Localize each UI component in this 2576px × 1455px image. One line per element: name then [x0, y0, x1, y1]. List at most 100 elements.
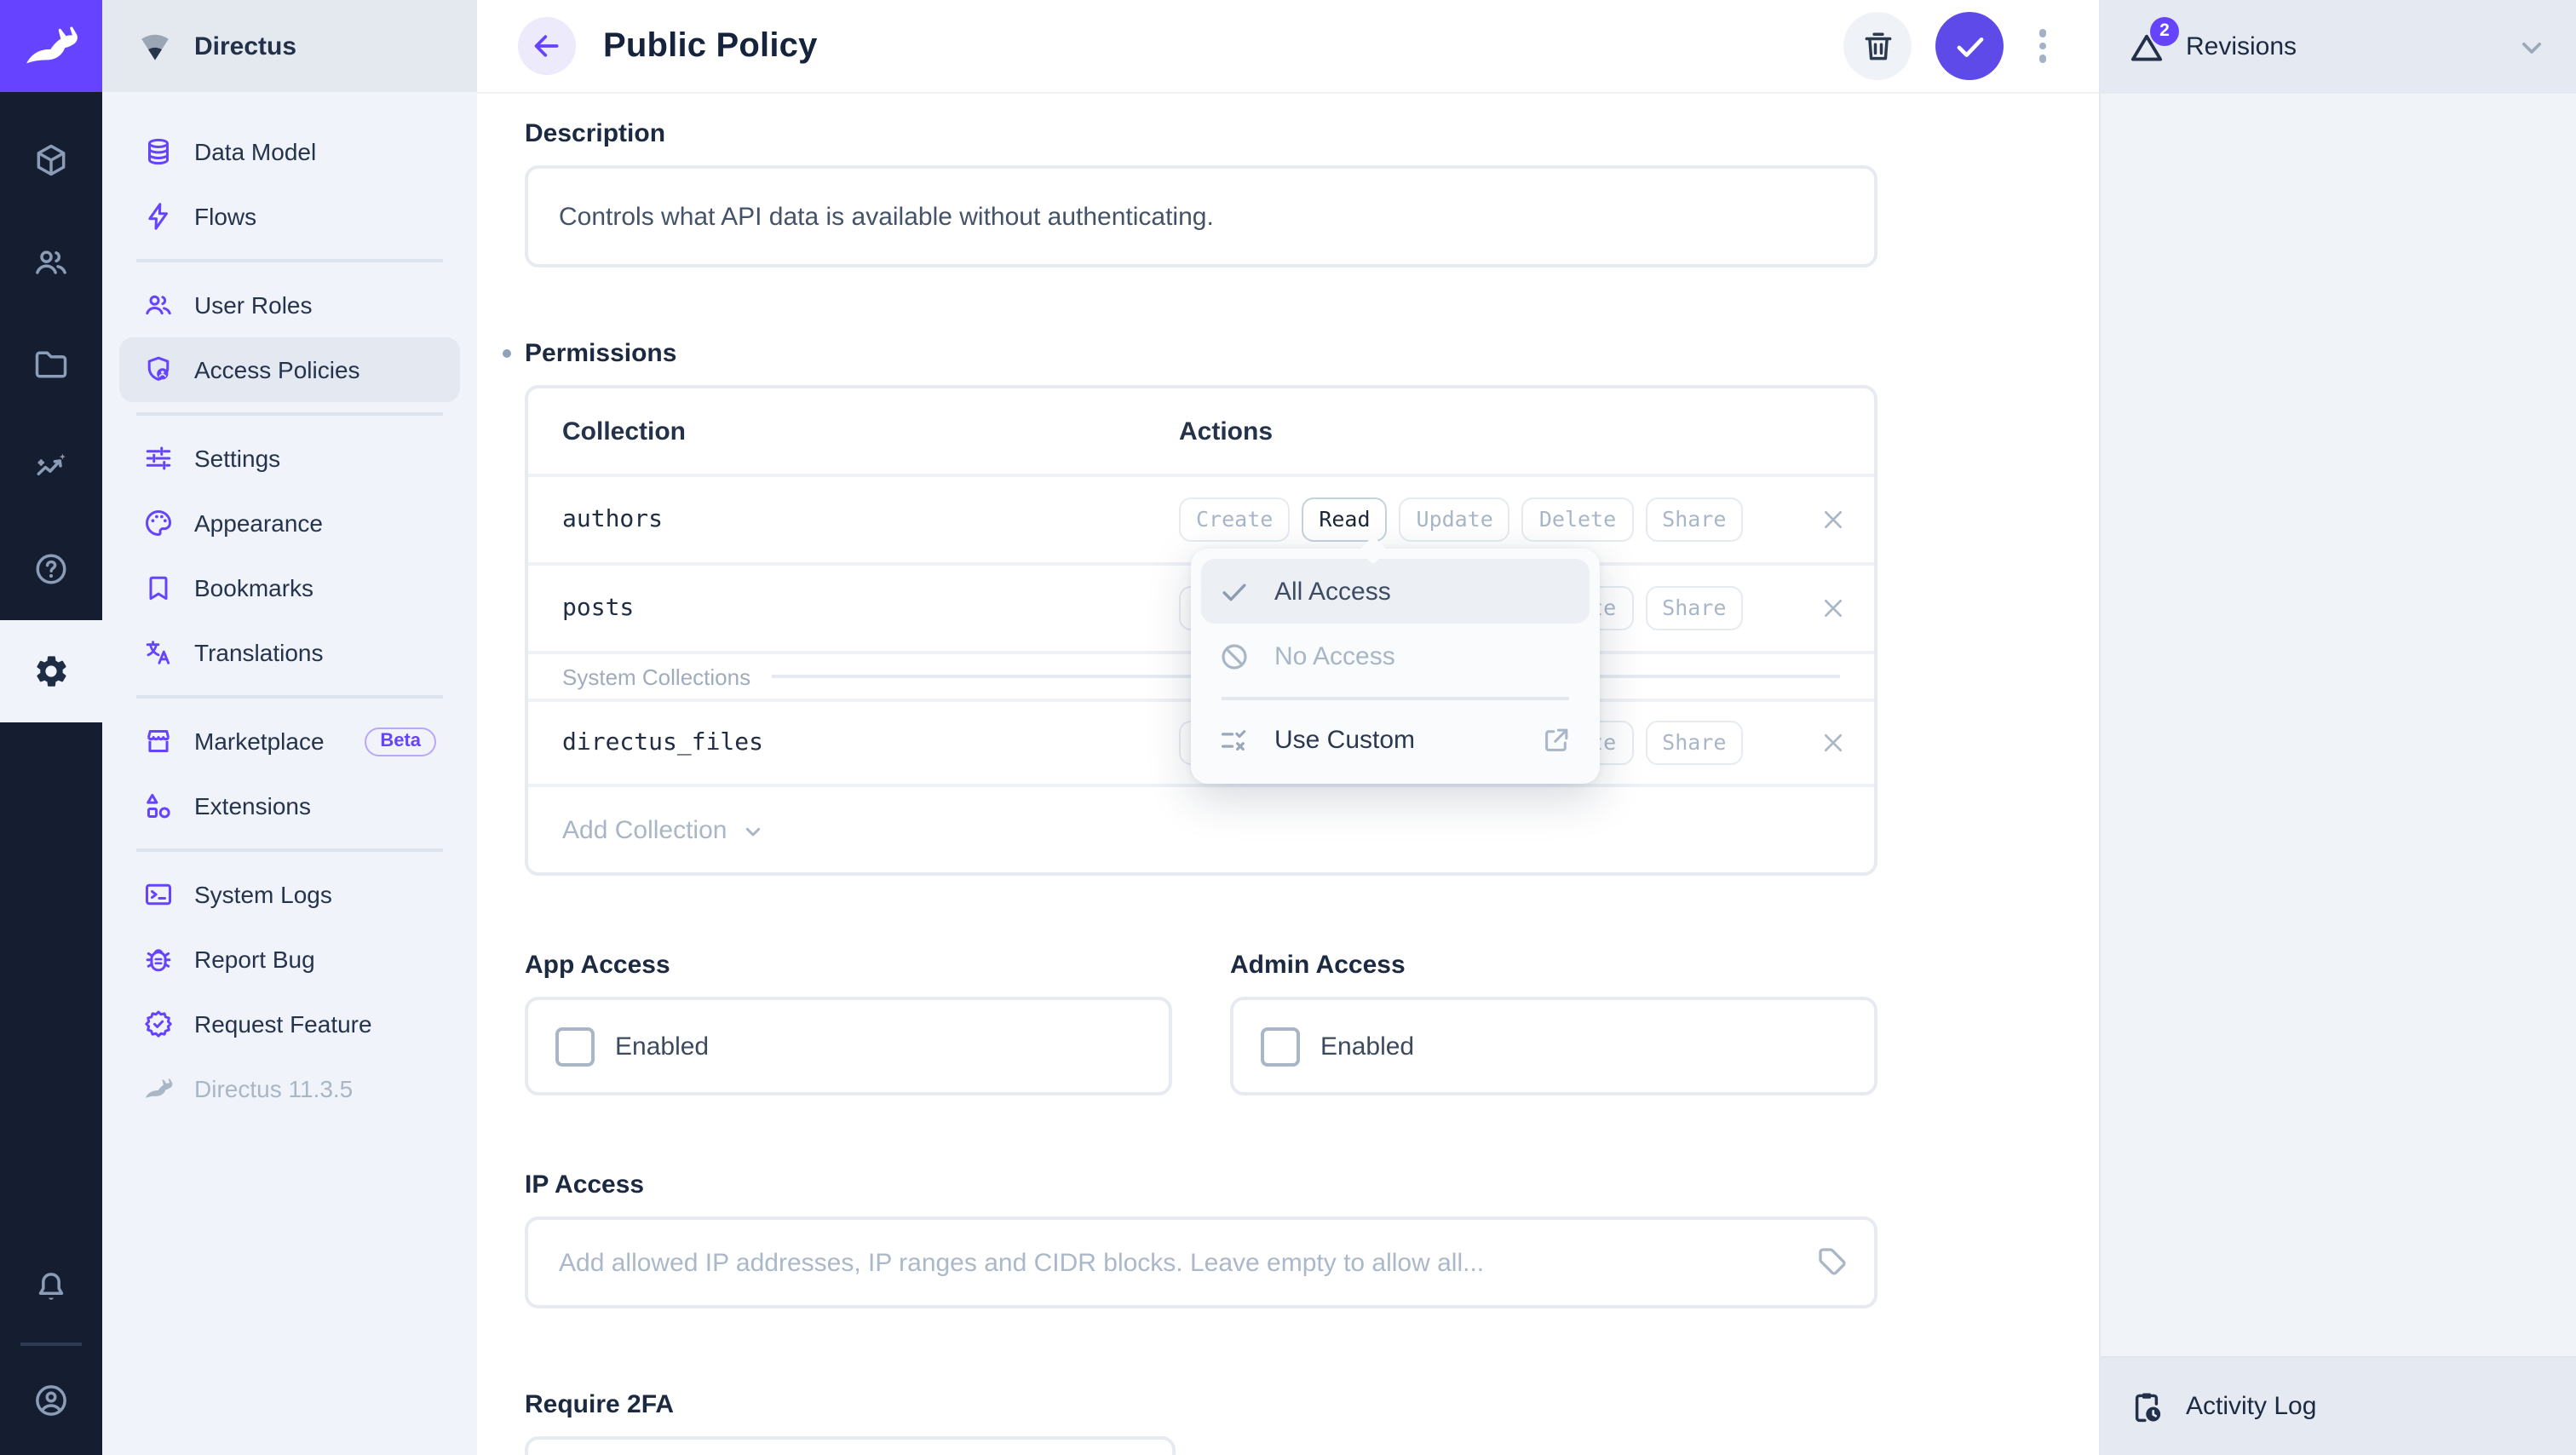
project-name: Directus: [194, 32, 296, 60]
rail-item-help[interactable]: [0, 518, 102, 620]
project-header[interactable]: Directus: [102, 0, 477, 92]
app-access-label: App Access: [525, 951, 1172, 980]
delete-action-button[interactable]: Delete: [1522, 497, 1633, 542]
rabbit-icon: [22, 17, 80, 75]
rail-divider: [20, 1343, 82, 1346]
settings-sidebar: Directus Data Model Flows User Ro: [102, 0, 477, 1455]
collection-column-header: Collection: [562, 417, 1179, 446]
checkbox-label: Enabled: [1320, 1032, 1414, 1061]
remove-row-icon[interactable]: [1820, 729, 1847, 756]
create-action-button[interactable]: Create: [1179, 497, 1290, 542]
database-icon: [143, 136, 174, 167]
folder-icon: [32, 346, 70, 383]
access-row: App Access Enabled Admin Access Enabled: [525, 951, 1877, 1096]
remove-row-icon[interactable]: [1820, 506, 1847, 533]
check-icon: [1218, 575, 1251, 607]
app-root: Directus Data Model Flows User Ro: [0, 0, 2576, 1455]
save-button[interactable]: [1935, 12, 2004, 80]
more-options-button[interactable]: [2031, 30, 2055, 63]
bookmark-icon: [143, 572, 174, 603]
sidebar-item-data-model[interactable]: Data Model: [119, 119, 460, 184]
admin-access-checkbox[interactable]: [1261, 1027, 1300, 1066]
revisions-panel-header[interactable]: 2 Revisions: [2101, 0, 2576, 94]
fan-gauge-icon: [136, 27, 174, 65]
sidebar-item-label: Flows: [194, 203, 256, 230]
sidebar-item-system-logs[interactable]: System Logs: [119, 862, 460, 927]
bell-icon: [32, 1269, 70, 1307]
rail-item-content[interactable]: [0, 109, 102, 211]
sidebar-item-label: Report Bug: [194, 946, 315, 973]
trash-icon: [1860, 28, 1895, 64]
back-button[interactable]: [518, 17, 576, 75]
sidebar-item-extensions[interactable]: Extensions: [119, 774, 460, 838]
description-input[interactable]: [525, 165, 1877, 267]
sidebar-item-label: Appearance: [194, 509, 323, 537]
sidebar-item-bookmarks[interactable]: Bookmarks: [119, 555, 460, 620]
rail-item-users[interactable]: [0, 211, 102, 313]
sidebar-item-flows[interactable]: Flows: [119, 184, 460, 249]
box-icon: [32, 141, 70, 179]
rail-item-settings[interactable]: [0, 620, 102, 722]
share-action-button[interactable]: Share: [1645, 497, 1743, 542]
share-action-button[interactable]: Share: [1645, 586, 1743, 630]
rabbit-icon: [143, 1073, 174, 1104]
people-icon: [32, 244, 70, 281]
sidebar-item-label: Extensions: [194, 792, 311, 820]
remove-row-icon[interactable]: [1820, 595, 1847, 622]
sidebar-item-label: Marketplace: [194, 728, 325, 755]
sidebar-item-appearance[interactable]: Appearance: [119, 491, 460, 555]
rail-item-notifications[interactable]: [0, 1244, 102, 1332]
activity-log-title: Activity Log: [2186, 1392, 2316, 1421]
read-action-button[interactable]: Read: [1302, 497, 1387, 542]
open-in-new-icon[interactable]: [1540, 724, 1573, 756]
system-collections-label: System Collections: [562, 664, 750, 689]
rail-item-account[interactable]: [0, 1356, 102, 1445]
ip-access-input[interactable]: [525, 1216, 1877, 1308]
update-action-button[interactable]: Update: [1400, 497, 1510, 542]
page-header: Public Policy: [477, 0, 2099, 92]
delete-button[interactable]: [1843, 12, 1912, 80]
beta-badge: Beta: [365, 727, 436, 756]
dropdown-item-use-custom[interactable]: Use Custom: [1201, 708, 1590, 773]
sidebar-nav: Data Model Flows User Roles Access Pol: [102, 92, 477, 1121]
permissions-label: Permissions: [525, 339, 1877, 368]
block-icon: [1218, 640, 1251, 672]
dropdown-divider: [1222, 697, 1569, 699]
add-collection-button[interactable]: Add Collection: [528, 787, 1874, 872]
bolt-icon: [143, 201, 174, 232]
sidebar-item-report-bug[interactable]: Report Bug: [119, 927, 460, 992]
share-action-button[interactable]: Share: [1645, 721, 1743, 765]
directus-logo[interactable]: [0, 0, 102, 92]
app-access-checkbox[interactable]: [555, 1027, 595, 1066]
sidebar-item-user-roles[interactable]: User Roles: [119, 273, 460, 337]
sidebar-divider: [136, 695, 443, 699]
right-sidebar: 2 Revisions Activity Log: [2099, 0, 2576, 1455]
clipboard-clock-icon: [2128, 1388, 2165, 1425]
people-icon: [143, 290, 174, 320]
ip-access-label: IP Access: [525, 1170, 1877, 1199]
check-icon: [1952, 28, 1987, 64]
rail-item-insights[interactable]: [0, 416, 102, 518]
version-label: Directus 11.3.5: [194, 1075, 353, 1102]
rail-item-files[interactable]: [0, 313, 102, 416]
sidebar-item-translations[interactable]: Translations: [119, 620, 460, 685]
sidebar-item-settings[interactable]: Settings: [119, 426, 460, 491]
sidebar-item-label: System Logs: [194, 881, 332, 908]
module-rail: [0, 0, 102, 1455]
dropdown-item-no-access[interactable]: No Access: [1201, 624, 1590, 688]
sidebar-item-label: Data Model: [194, 138, 316, 165]
ip-access-field: [525, 1216, 1877, 1308]
policy-form: Description Permissions Collection Actio…: [477, 92, 1877, 1455]
sidebar-divider: [136, 848, 443, 852]
sidebar-item-access-policies[interactable]: Access Policies: [119, 337, 460, 402]
dropdown-item-all-access[interactable]: All Access: [1201, 559, 1590, 624]
bug-icon: [143, 944, 174, 975]
header-actions: [1843, 12, 2055, 80]
activity-log-button[interactable]: Activity Log: [2101, 1356, 2576, 1455]
sidebar-item-marketplace[interactable]: Marketplace Beta: [119, 709, 460, 774]
palette-icon: [143, 508, 174, 538]
sidebar-item-label: Settings: [194, 445, 280, 472]
sidebar-item-label: Access Policies: [194, 356, 360, 383]
admin-access-field: Enabled: [1230, 997, 1877, 1096]
sidebar-item-request-feature[interactable]: Request Feature: [119, 992, 460, 1056]
